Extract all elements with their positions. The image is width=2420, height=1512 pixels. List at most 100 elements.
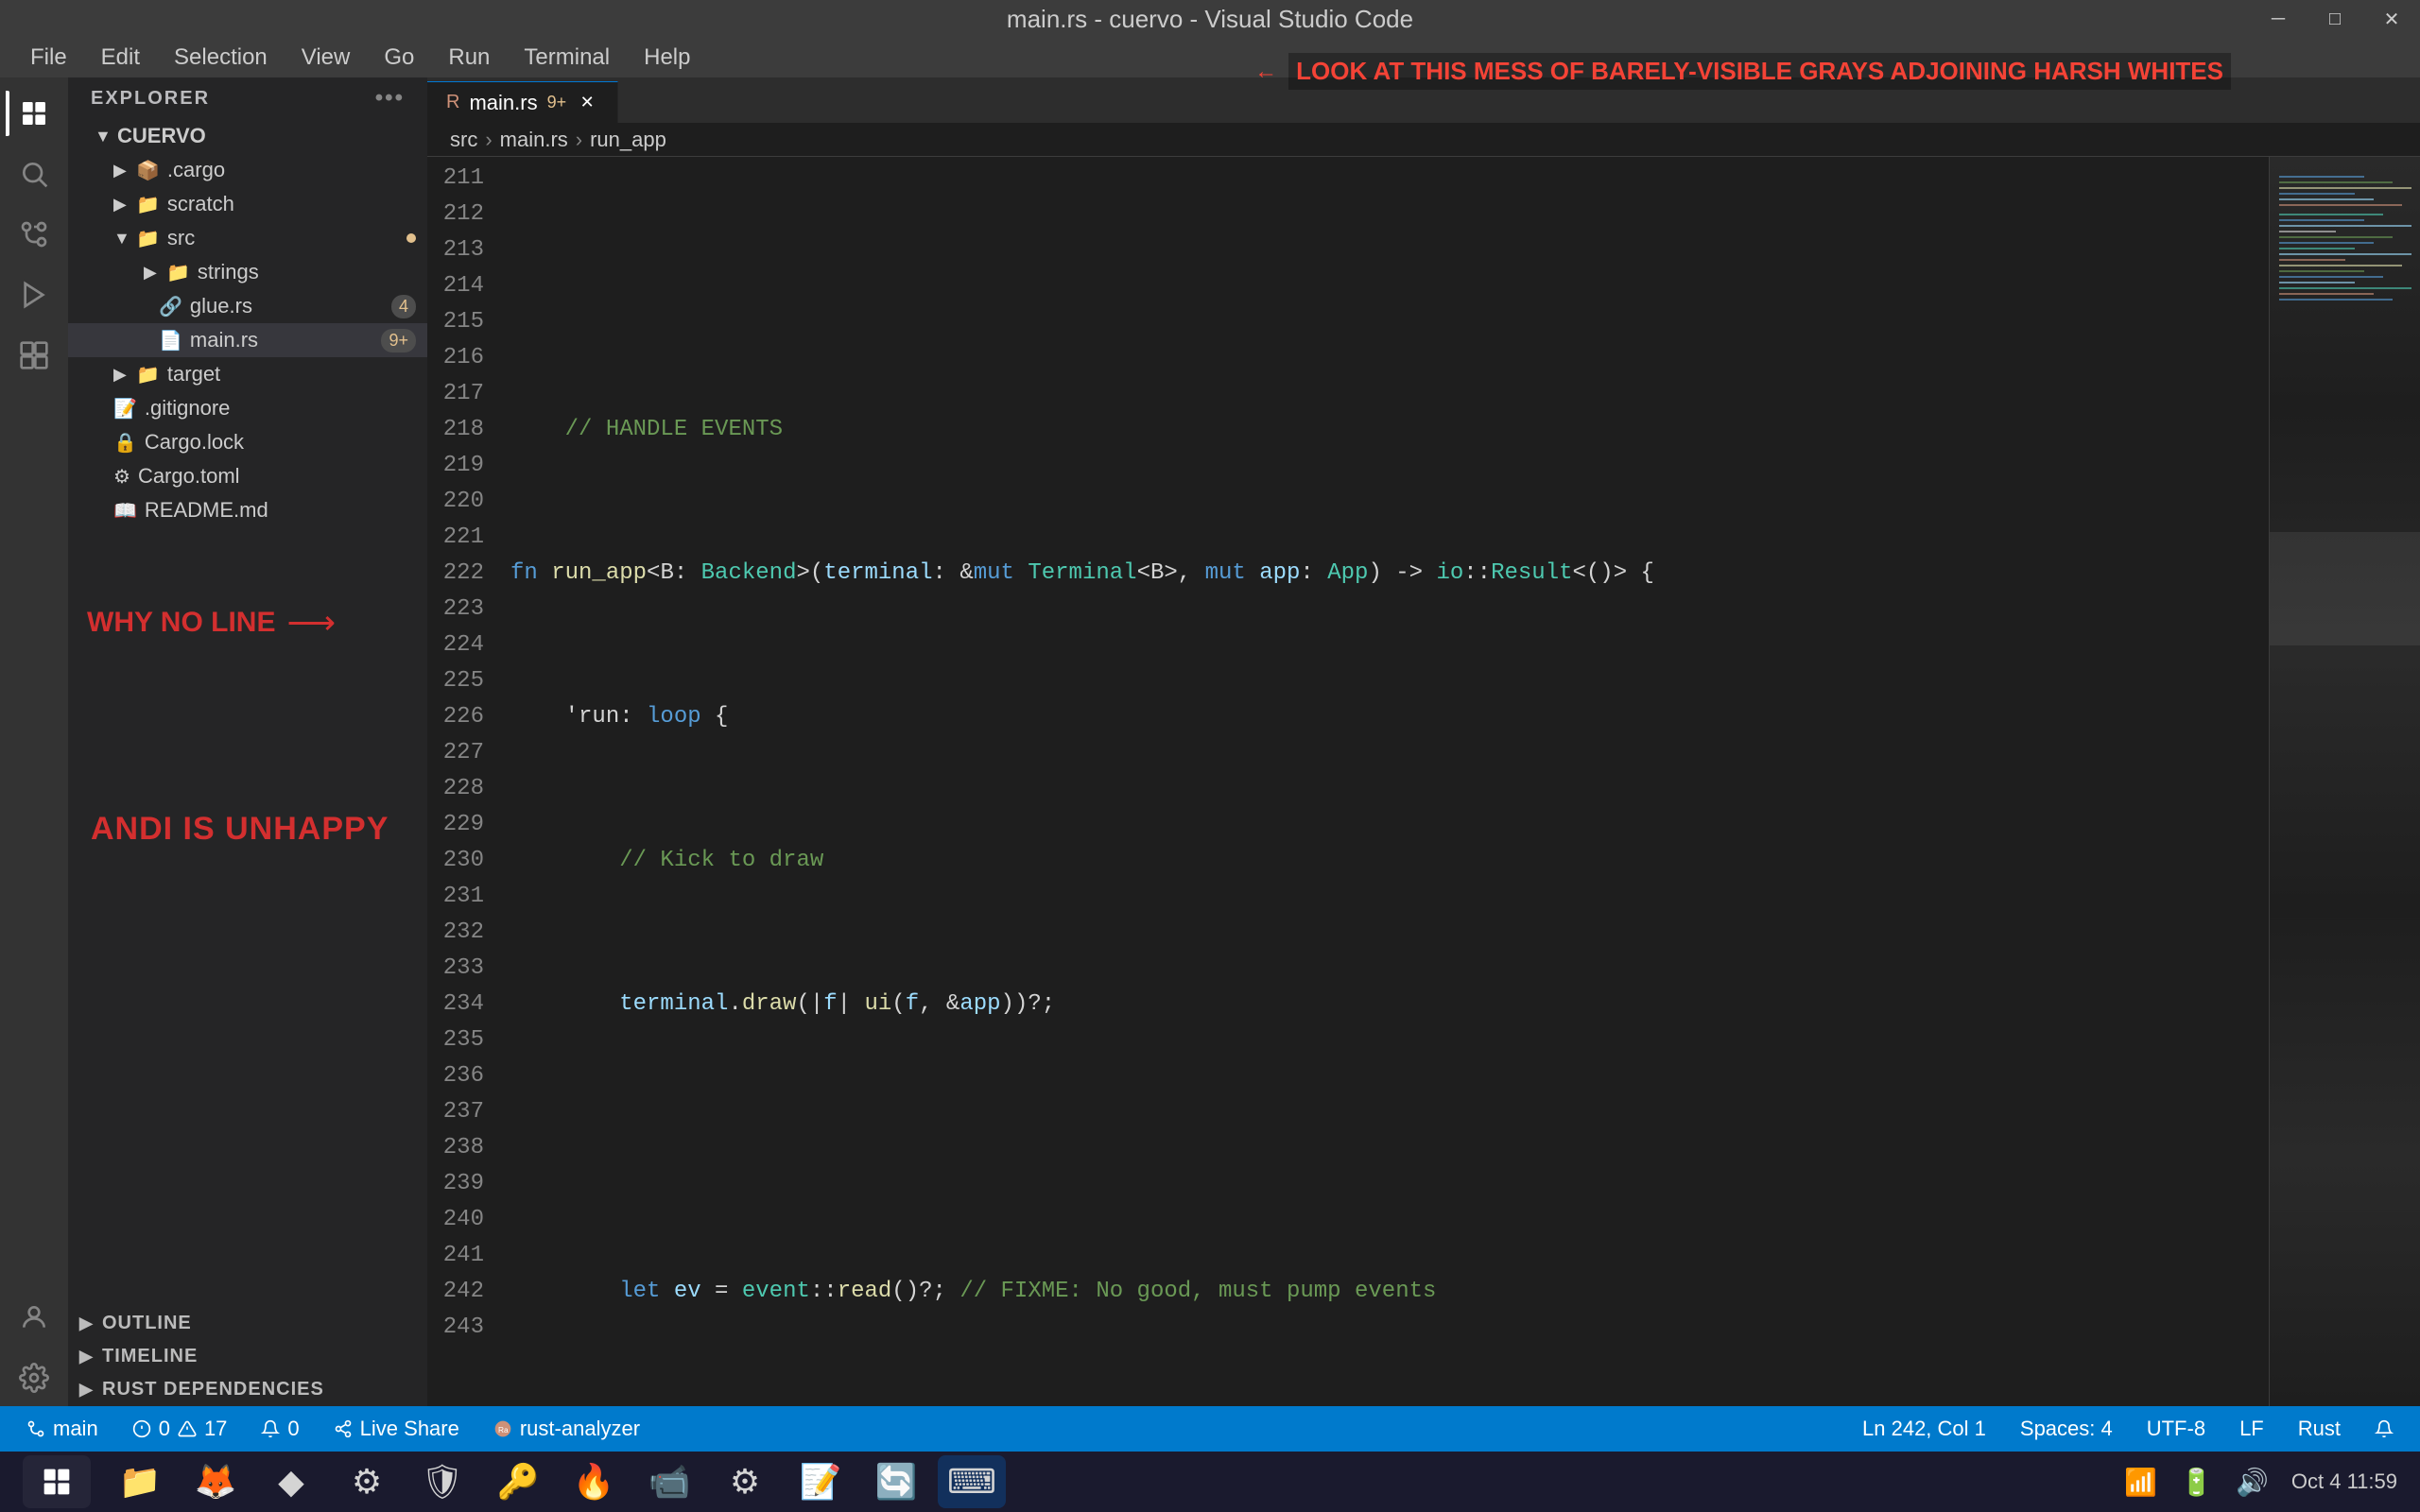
breadcrumb-file[interactable]: main.rs <box>500 128 568 152</box>
battery-icon: 🔋 <box>2180 1467 2213 1498</box>
sidebar-item-readme[interactable]: 📖 README.md <box>68 493 427 527</box>
file-label: Cargo.lock <box>145 430 416 455</box>
code-content[interactable]: // HANDLE EVENTS fn run_app<B: Backend>(… <box>503 157 2269 1406</box>
sidebar-item-cargolock[interactable]: 🔒 Cargo.lock <box>68 425 427 459</box>
sidebar-item-gluers[interactable]: 🔗 glue.rs 4 <box>68 289 427 323</box>
section-arrow: ▶ <box>79 1314 102 1333</box>
taskbar-date: Oct 4 11:59 <box>2291 1469 2397 1494</box>
menu-file[interactable]: File <box>15 39 82 77</box>
status-live-share[interactable]: Live Share <box>326 1406 467 1452</box>
menu-view[interactable]: View <box>286 39 366 77</box>
tab-close-button[interactable]: ✕ <box>576 92 598 114</box>
taskbar-app-notes[interactable]: 📝 <box>786 1455 855 1508</box>
taskbar-app-bitwarden[interactable]: 🛡 <box>408 1455 476 1508</box>
breadcrumb-src[interactable]: src <box>450 128 477 152</box>
sidebar-section-outline[interactable]: ▶ OUTLINE <box>68 1307 427 1340</box>
andi-unhappy-label: ANDI IS UNHAPPY <box>68 792 427 855</box>
arrow-left-icon: ← <box>1254 77 1277 85</box>
status-language[interactable]: Rust <box>2290 1406 2348 1452</box>
activity-explorer[interactable] <box>6 85 62 142</box>
status-notifications-bell[interactable] <box>2367 1406 2401 1452</box>
folder-label: scratch <box>167 192 416 216</box>
sidebar-menu-icon[interactable]: ••• <box>375 85 405 112</box>
status-rust-analyzer[interactable]: Ra rust-analyzer <box>486 1406 648 1452</box>
folder-icon: 📁 <box>136 363 160 387</box>
close-button[interactable]: ✕ <box>2363 0 2420 38</box>
cursor-position: Ln 242, Col 1 <box>1862 1417 1986 1441</box>
activity-run-debug[interactable] <box>6 266 62 323</box>
why-no-line-text: WHY NO LINE <box>87 607 275 639</box>
error-icon <box>132 1419 151 1438</box>
taskbar-app-prefs[interactable]: ⚙ <box>711 1455 779 1508</box>
taskbar-app-files[interactable]: 📁 <box>106 1455 174 1508</box>
why-no-line-area: WHY NO LINE ⟶ <box>68 603 427 792</box>
status-notifications[interactable]: 0 <box>253 1406 306 1452</box>
branch-icon <box>26 1419 45 1438</box>
breadcrumb-symbol[interactable]: run_app <box>590 128 666 152</box>
taskbar-app-firefox[interactable]: 🦊 <box>182 1455 250 1508</box>
section-arrow: ▶ <box>79 1380 102 1400</box>
line-numbers: 211 212 213 214 215 216 217 218 219 220 … <box>427 157 503 1406</box>
activity-accounts[interactable] <box>6 1289 62 1346</box>
file-icon: 🔒 <box>113 431 137 455</box>
menu-go[interactable]: Go <box>369 39 429 77</box>
notification-count: 0 <box>287 1417 299 1441</box>
sidebar-item-src[interactable]: ▼ 📁 src <box>68 221 427 255</box>
taskbar-app-vscode[interactable]: ⌨ <box>938 1455 1006 1508</box>
activity-source-control[interactable] <box>6 206 62 263</box>
section-label: OUTLINE <box>102 1313 192 1334</box>
taskbar-app-updates[interactable]: 🔄 <box>862 1455 930 1508</box>
status-spaces[interactable]: Spaces: 4 <box>2013 1406 2120 1452</box>
sidebar-section-rust-deps[interactable]: ▶ RUST DEPENDENCIES <box>68 1373 427 1406</box>
menu-selection[interactable]: Selection <box>159 39 283 77</box>
file-label: Cargo.toml <box>138 464 416 489</box>
file-icon: ⚙ <box>113 465 130 489</box>
sidebar-item-cargotoml[interactable]: ⚙ Cargo.toml <box>68 459 427 493</box>
status-errors[interactable]: 0 17 <box>125 1406 235 1452</box>
code-line-214: 'run: loop { <box>503 699 2269 735</box>
taskbar-app-settings[interactable]: ⚙ <box>333 1455 401 1508</box>
sidebar-title: Explorer <box>91 88 210 110</box>
folder-icon: 📦 <box>136 159 160 182</box>
activity-extensions[interactable] <box>6 327 62 384</box>
file-icon: 📄 <box>159 329 182 352</box>
maximize-button[interactable]: □ <box>2307 0 2363 38</box>
menu-terminal[interactable]: Terminal <box>509 39 625 77</box>
taskbar-datetime: Oct 4 11:59 <box>2291 1469 2397 1494</box>
taskbar-app-grid[interactable] <box>23 1455 91 1508</box>
menu-run[interactable]: Run <box>433 39 505 77</box>
activity-settings[interactable] <box>6 1349 62 1406</box>
sidebar-sections: ▶ OUTLINE ▶ TIMELINE ▶ RUST DEPENDENCIES <box>68 1307 427 1406</box>
sidebar-item-cuervo[interactable]: ▼ CUERVO <box>68 119 427 153</box>
sidebar-item-scratch[interactable]: ▶ 📁 scratch <box>68 187 427 221</box>
taskbar-app-key[interactable]: 🔑 <box>484 1455 552 1508</box>
grid-icon <box>42 1467 72 1497</box>
tab-mainrs[interactable]: R main.rs 9+ ✕ <box>427 81 618 123</box>
taskbar-app-fire[interactable]: 🔥 <box>560 1455 628 1508</box>
minimize-button[interactable]: ─ <box>2250 0 2307 38</box>
status-encoding[interactable]: UTF-8 <box>2139 1406 2213 1452</box>
sidebar-item-strings[interactable]: ▶ 📁 strings <box>68 255 427 289</box>
editor-area: R main.rs 9+ ✕ ← LOOK AT THIS MESS OF BA… <box>427 77 2420 1406</box>
folder-icon: 📁 <box>136 227 160 250</box>
sidebar-item-target[interactable]: ▶ 📁 target <box>68 357 427 391</box>
sidebar-item-gitignore[interactable]: 📝 .gitignore <box>68 391 427 425</box>
sidebar-item-cargo[interactable]: ▶ 📦 .cargo <box>68 153 427 187</box>
sound-icon: 🔊 <box>2236 1467 2269 1498</box>
rust-file-icon: R <box>446 92 459 113</box>
status-line-endings[interactable]: LF <box>2232 1406 2272 1452</box>
activity-search[interactable] <box>6 146 62 202</box>
branch-name: main <box>53 1417 98 1441</box>
taskbar-app-sublime[interactable]: ◆ <box>257 1455 325 1508</box>
taskbar-app-obs[interactable]: 📹 <box>635 1455 703 1508</box>
activity-bar <box>0 77 68 1406</box>
section-label: TIMELINE <box>102 1346 198 1367</box>
status-cursor-position[interactable]: Ln 242, Col 1 <box>1855 1406 1994 1452</box>
live-share-icon <box>334 1419 353 1438</box>
menu-edit[interactable]: Edit <box>86 39 155 77</box>
code-line-218: let ev = event::read()?; // FIXME: No go… <box>503 1274 2269 1310</box>
sidebar-item-mainrs[interactable]: 📄 main.rs 9+ <box>68 323 427 357</box>
menu-help[interactable]: Help <box>629 39 705 77</box>
sidebar-section-timeline[interactable]: ▶ TIMELINE <box>68 1340 427 1373</box>
status-branch[interactable]: main <box>19 1406 106 1452</box>
